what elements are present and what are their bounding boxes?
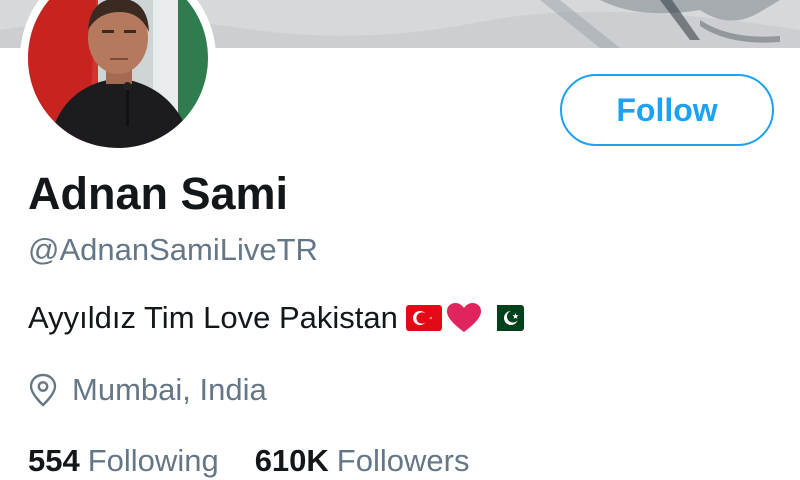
turkey-flag-icon <box>405 305 442 331</box>
location-text: Mumbai, India <box>72 372 267 407</box>
bio-text: Ayyıldız Tim Love Pakistan <box>28 300 398 335</box>
following-count: 554 <box>28 443 80 478</box>
profile-bio: Ayyıldız Tim Love Pakistan <box>28 300 524 336</box>
profile-stats: 554 Following 610K Followers <box>28 443 469 479</box>
red-heart-icon <box>446 302 482 334</box>
following-link[interactable]: 554 Following <box>28 443 219 479</box>
profile-location: Mumbai, India <box>28 372 267 408</box>
followers-label: Followers <box>336 443 470 478</box>
follow-button-label: Follow <box>616 91 718 128</box>
following-label: Following <box>87 443 219 478</box>
avatar-photo <box>28 0 208 148</box>
location-pin-icon <box>28 373 58 407</box>
followers-count: 610K <box>254 443 329 478</box>
display-name: Adnan Sami <box>28 168 289 219</box>
followers-link[interactable]: 610K Followers <box>255 443 470 479</box>
follow-button[interactable]: Follow <box>560 74 774 146</box>
user-handle: @AdnanSamiLiveTR <box>28 232 318 267</box>
profile-avatar[interactable] <box>20 0 216 156</box>
pakistan-flag-icon <box>487 305 524 331</box>
